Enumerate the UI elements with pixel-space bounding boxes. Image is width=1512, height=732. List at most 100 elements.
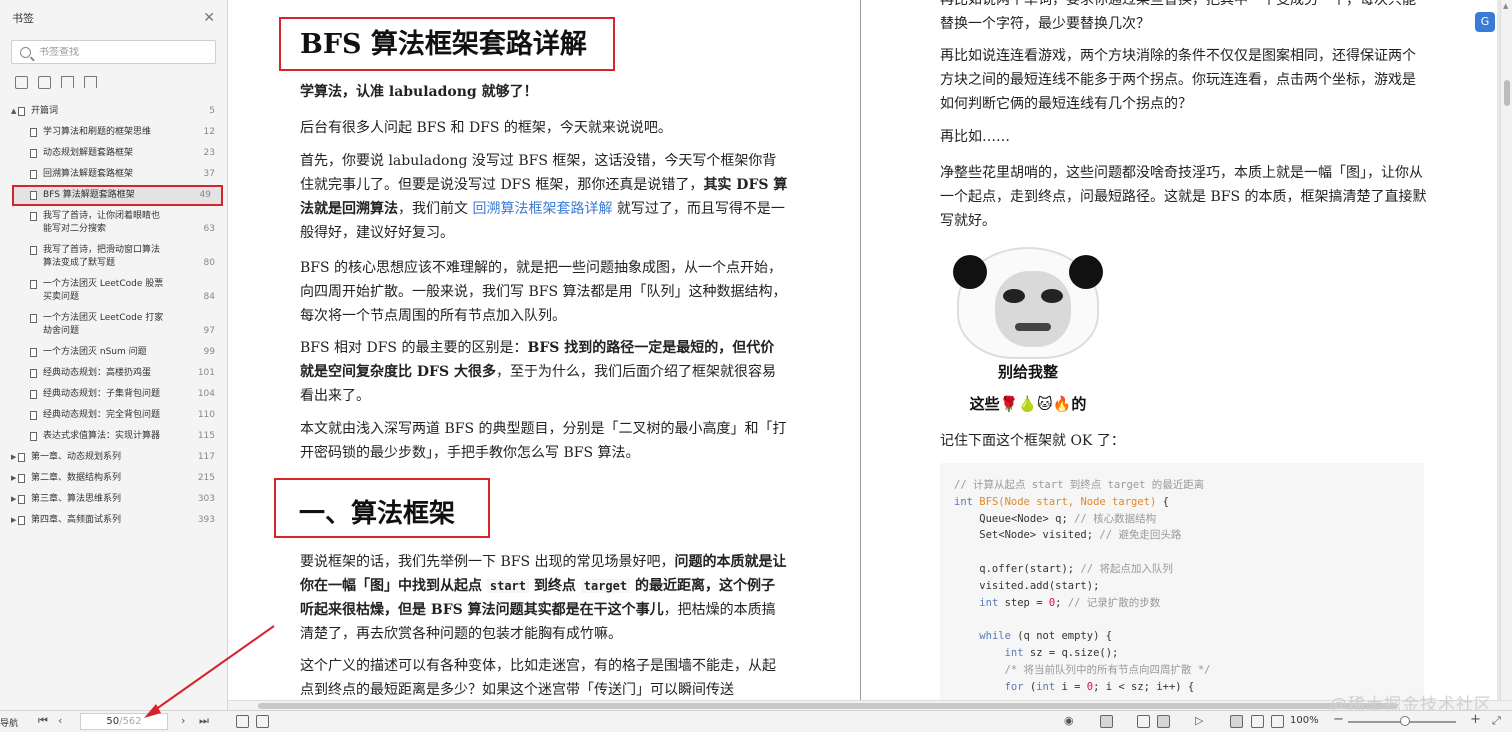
expand-arrow-icon[interactable]: ▶ <box>0 493 16 506</box>
link-backtrack-article[interactable]: 回溯算法框架套路详解 <box>472 201 612 217</box>
expand-arrow-icon[interactable]: ▶ <box>0 451 16 464</box>
zoom-in-icon[interactable]: + <box>1470 712 1481 727</box>
bookmark-item[interactable]: 回溯算法解题套路框架 37 <box>0 164 227 185</box>
bookmark-icon <box>30 280 37 289</box>
two-page-icon[interactable] <box>1157 715 1170 728</box>
zoom-slider-handle[interactable] <box>1400 716 1410 726</box>
close-icon[interactable]: ✕ <box>203 10 215 26</box>
bookmark-item[interactable]: 一个方法团灭 LeetCode 打家劫舍问题 97 <box>0 308 227 342</box>
bookmark-item[interactable]: 我写了首诗，把滑动窗口算法算法变成了默写题 80 <box>0 240 227 274</box>
bookmark-chapter[interactable]: ▲ 开篇词 5 <box>0 101 227 122</box>
bookmark-page-number: 23 <box>203 148 215 158</box>
meme-caption: 别给我整 <box>997 363 1058 381</box>
paragraph: 记住下面这个框架就 OK 了： <box>940 433 1125 449</box>
bookmark-search-input[interactable] <box>39 46 199 58</box>
scrollbar-thumb[interactable] <box>1504 80 1510 106</box>
bookmark-title: 表达式求值算法：实现计算器 <box>43 431 161 441</box>
scroll-up-icon[interactable]: ▲ <box>1503 2 1508 10</box>
collapse-arrow-icon[interactable]: ▲ <box>0 105 16 118</box>
bookmark-page-number: 37 <box>203 169 215 179</box>
zoom-out-icon[interactable]: − <box>1333 712 1344 727</box>
bookmark-page-number: 115 <box>197 431 215 441</box>
panda-meme-image: 别给我整 这些🌹🍐🐱🔥的 <box>953 247 1103 417</box>
single-page-icon[interactable] <box>1100 715 1113 728</box>
bookmark-icon <box>18 516 25 525</box>
bookmark-page-number: 80 <box>203 258 215 268</box>
bookmark-title: 第二章、数据结构系列 <box>31 473 122 483</box>
code-block: // 计算从起点 start 到终点 target 的最近距离 int BFS(… <box>940 463 1424 700</box>
bookmark-page-number: 99 <box>203 347 215 357</box>
bookmark-page-number: 110 <box>197 410 215 420</box>
bookmark-icon <box>30 191 37 200</box>
status-bar: 导航 ⏮ ‹ 50/562 › ⏭ ◉ ▷ 100% − + ⤢ <box>0 710 1512 732</box>
paragraph: 净整些花里胡哨的，这些问题都没啥奇技淫巧，本质上就是一幅「图」，让你从一个起点，… <box>940 165 1427 229</box>
fit-page-icon[interactable] <box>1230 715 1243 728</box>
expand-all-icon[interactable] <box>15 76 28 89</box>
page-number-input[interactable]: 50/562 <box>80 713 168 730</box>
horizontal-scrollbar[interactable] <box>228 700 1512 710</box>
fullscreen-icon[interactable]: ⤢ <box>1492 714 1501 728</box>
eye-protect-icon[interactable]: ◉ <box>1064 714 1074 727</box>
bookmark-title: 动态规划解题套路框架 <box>43 148 134 158</box>
paragraph: 后台有很多人问起 BFS 和 DFS 的框架，今天就来说说吧。 <box>300 120 672 136</box>
expand-arrow-icon[interactable]: ▶ <box>0 514 16 527</box>
panda-face-icon <box>953 247 1103 359</box>
bookmark-title: BFS 算法解题套路框架 <box>43 190 135 200</box>
add-bookmark-icon[interactable] <box>61 76 74 88</box>
delete-bookmark-icon[interactable] <box>84 76 97 88</box>
bookmark-item[interactable]: BFS 算法解题套路框架 49 <box>12 185 223 206</box>
bookmark-item[interactable]: 我写了首诗，让你闭着眼睛也能写对二分搜索 63 <box>0 206 227 240</box>
bookmark-icon <box>30 170 37 179</box>
zoom-level[interactable]: 100% <box>1290 715 1319 726</box>
last-page-icon[interactable]: ⏭ <box>199 714 209 728</box>
paragraph: 本文就由浅入深写两道 BFS 的典型题目，分别是「二叉树的最小高度」和「打开密码… <box>300 421 787 461</box>
bookmark-item[interactable]: 经典动态规划：子集背包问题 104 <box>0 384 227 405</box>
expand-arrow-icon[interactable]: ▶ <box>0 472 16 485</box>
bookmark-chapter[interactable]: ▶ 第一章、动态规划系列 117 <box>0 447 227 468</box>
bookmark-item[interactable]: 动态规划解题套路框架 23 <box>0 143 227 164</box>
next-page-icon[interactable]: › <box>181 714 185 727</box>
bookmark-item[interactable]: 一个方法团灭 nSum 问题 99 <box>0 342 227 363</box>
bookmark-icon <box>18 107 25 116</box>
bookmark-title: 一个方法团灭 LeetCode 股票买卖问题 <box>43 279 164 302</box>
collapse-all-icon[interactable] <box>38 76 51 89</box>
bookmark-icon <box>30 369 37 378</box>
bookmark-item[interactable]: 学习算法和刷题的框架思维 12 <box>0 122 227 143</box>
bookmark-item[interactable]: 经典动态规划：完全背包问题 110 <box>0 405 227 426</box>
bookmark-chapter[interactable]: ▶ 第三章、算法思维系列 303 <box>0 489 227 510</box>
paragraph: 学算法，认准 labuladong 就够了！ <box>300 84 538 100</box>
bookmark-item[interactable]: 一个方法团灭 LeetCode 股票买卖问题 84 <box>0 274 227 308</box>
bookmark-icon <box>30 314 37 323</box>
bookmark-title: 第一章、动态规划系列 <box>31 452 122 462</box>
bookmark-title: 一个方法团灭 nSum 问题 <box>43 347 147 357</box>
bookmark-page-number: 303 <box>197 494 215 504</box>
bookmark-item[interactable]: 经典动态规划：高楼扔鸡蛋 101 <box>0 363 227 384</box>
continuous-icon[interactable] <box>1137 715 1150 728</box>
first-page-icon[interactable]: ⏮ <box>38 714 48 728</box>
document-view[interactable]: BFS 算法框架套路详解 学算法，认准 labuladong 就够了！ 后台有很… <box>228 0 1512 700</box>
bookmark-page-number: 5 <box>209 106 215 116</box>
scrollbar-thumb[interactable] <box>258 703 1398 709</box>
fit-width-icon[interactable] <box>1251 715 1264 728</box>
play-icon[interactable]: ▷ <box>1195 714 1203 727</box>
search-icon <box>20 46 31 58</box>
back-icon[interactable] <box>236 715 249 728</box>
bookmark-item[interactable]: 表达式求值算法：实现计算器 115 <box>0 426 227 447</box>
prev-page-icon[interactable]: ‹ <box>58 714 62 727</box>
bookmark-title: 学习算法和刷题的框架思维 <box>43 127 152 137</box>
translate-icon[interactable]: G <box>1475 12 1495 32</box>
paragraph: BFS 相对 DFS 的最主要的区别是：BFS 找到的路径一定是最短的，但代价就… <box>300 340 776 404</box>
bookmark-title: 第三章、算法思维系列 <box>31 494 122 504</box>
bookmark-search-box[interactable] <box>11 40 216 64</box>
bookmark-icon <box>30 390 37 399</box>
paragraph: 这个广义的描述可以有各种变体，比如走迷宫，有的格子是围墙不能走，从起点到终点的最… <box>300 658 776 698</box>
bookmark-chapter[interactable]: ▶ 第二章、数据结构系列 215 <box>0 468 227 489</box>
vertical-scrollbar[interactable]: ▲ <box>1500 0 1512 700</box>
bookmark-icon <box>18 474 25 483</box>
bookmark-chapter[interactable]: ▶ 第四章、高频面试系列 393 <box>0 510 227 531</box>
bookmark-icon <box>30 432 37 441</box>
forward-icon[interactable] <box>256 715 269 728</box>
sidebar-title: 书签 <box>12 12 34 25</box>
actual-size-icon[interactable] <box>1271 715 1284 728</box>
bookmark-title: 第四章、高频面试系列 <box>31 515 122 525</box>
